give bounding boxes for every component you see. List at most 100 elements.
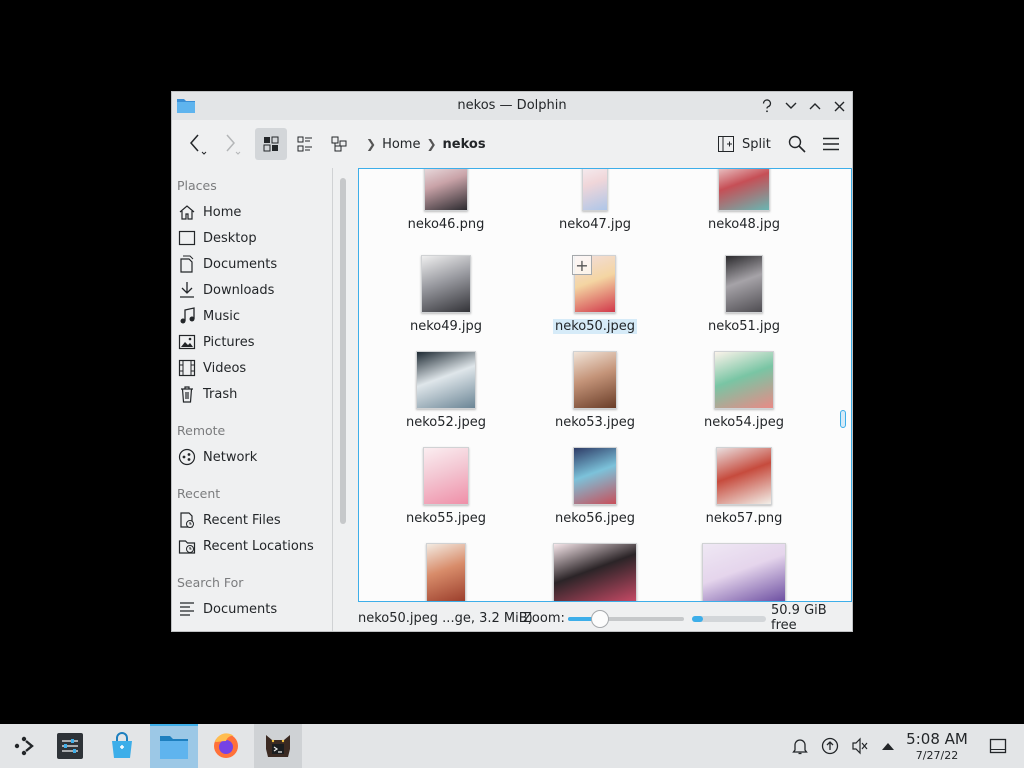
split-button[interactable]: Split [717,128,771,160]
zoom-slider[interactable] [568,617,684,621]
expand-tray-icon[interactable] [878,736,898,756]
file-item[interactable]: neko56.jpeg [530,447,660,526]
place-documents[interactable]: Documents [177,252,327,276]
taskbar-settings[interactable] [46,724,94,768]
place-videos[interactable]: Videos [177,356,327,380]
place-recent-files[interactable]: Recent Files [177,508,327,532]
place-label: Home [203,204,242,220]
show-desktop-icon[interactable] [988,736,1008,756]
file-view[interactable]: neko46.png neko47.jpg neko48.jpg neko49.jpg… [358,168,852,602]
volume-muted-icon[interactable] [850,736,870,756]
image-thumbnail [416,351,476,409]
terminal-icon [266,735,290,757]
update-status-icon[interactable] [820,736,840,756]
download-icon [177,280,197,300]
place-recent-locations[interactable]: Recent Locations [177,534,327,558]
file-item[interactable] [381,543,511,601]
taskbar-firefox[interactable] [202,724,250,768]
places-scrollbar[interactable] [340,178,346,524]
breadcrumb-current[interactable]: nekos [443,137,486,152]
file-name: neko48.jpg [707,217,781,232]
file-name: neko52.jpeg [405,415,487,430]
place-home[interactable]: Home [177,200,327,224]
icons-view-button[interactable] [255,128,287,160]
file-item[interactable]: neko52.jpeg [381,351,511,430]
file-item[interactable]: neko55.jpeg [381,447,511,526]
file-name: neko57.png [705,511,783,526]
film-icon [177,358,197,378]
clock-date[interactable]: 7/27/22 [900,749,974,762]
file-item[interactable]: neko49.jpg [381,255,511,334]
place-desktop[interactable]: Desktop [177,226,327,250]
trash-icon [177,384,197,404]
split-label: Split [742,136,771,152]
image-thumbnail [424,169,468,211]
documents-icon [177,254,197,274]
place-network[interactable]: Network [177,445,327,469]
selection-info: neko50.jpeg ...ge, 3.2 MiB) [358,610,533,626]
place-downloads[interactable]: Downloads [177,278,327,302]
help-button[interactable] [757,96,777,116]
file-item[interactable]: neko46.png [381,169,511,232]
places-panel: Places Home Desktop Documents Downloads … [172,168,333,631]
taskbar-dolphin[interactable] [150,724,198,768]
image-thumbnail [421,255,471,313]
file-item[interactable] [530,543,660,601]
dolphin-window: nekos — Dolphin ❯ Home ❯ nekos Split Pla… [171,91,853,632]
place-pictures[interactable]: Pictures [177,330,327,354]
disk-usage-bar [692,616,766,622]
place-label: Documents [203,601,278,617]
image-thumbnail [573,351,617,409]
chevron-right-icon: ❯ [366,137,377,151]
file-item[interactable]: neko57.png [679,447,809,526]
taskbar-discover[interactable] [98,724,146,768]
image-thumbnail [426,543,466,601]
taskbar: 5:08 AM 7/27/22 [0,724,1024,768]
folder-icon [160,736,188,759]
search-button[interactable] [783,128,811,160]
firefox-icon [214,733,238,758]
place-label: Downloads [203,282,275,298]
place-search-documents[interactable]: Documents [177,597,327,621]
place-label: Music [203,308,240,324]
notification-bell-icon[interactable] [790,736,810,756]
file-item[interactable]: neko53.jpeg [530,351,660,430]
file-item[interactable]: neko54.jpeg [679,351,809,430]
launcher-icon [14,736,34,756]
taskbar-terminal[interactable] [254,724,302,768]
minimize-button[interactable] [781,96,801,116]
back-button[interactable] [182,128,210,160]
forward-button[interactable] [216,128,244,160]
file-item[interactable]: neko50.jpeg + [530,255,660,334]
close-button[interactable] [829,96,849,116]
details-view-button[interactable] [323,128,355,160]
title-bar[interactable]: nekos — Dolphin [172,92,852,120]
image-thumbnail [714,351,774,409]
view-scrollbar[interactable] [837,169,847,601]
hamburger-menu-button[interactable] [817,128,845,160]
view-scrollbar-thumb[interactable] [840,410,846,428]
application-launcher-button[interactable] [0,724,48,768]
file-item[interactable]: neko47.jpg [530,169,660,232]
file-item[interactable] [679,543,809,601]
maximize-button[interactable] [805,96,825,116]
file-item[interactable]: neko51.jpg [679,255,809,334]
breadcrumb: ❯ Home ❯ nekos [360,128,486,160]
select-toggle-icon[interactable]: + [572,255,592,275]
place-label: Network [203,449,258,465]
search-icon [788,135,806,153]
file-item[interactable]: neko48.jpg [679,169,809,232]
menu-icon [823,137,839,151]
file-name: neko51.jpg [707,319,781,334]
place-music[interactable]: Music [177,304,327,328]
breadcrumb-home[interactable]: Home [382,137,420,152]
compact-view-button[interactable] [289,128,321,160]
settings-app-icon [57,733,83,759]
home-icon [177,202,197,222]
place-label: Recent Files [203,512,281,528]
recent-files-icon [177,510,197,530]
panel-divider[interactable] [332,168,333,631]
zoom-slider-handle[interactable] [591,610,610,628]
place-trash[interactable]: Trash [177,382,327,406]
clock-time[interactable]: 5:08 AM [900,730,974,748]
